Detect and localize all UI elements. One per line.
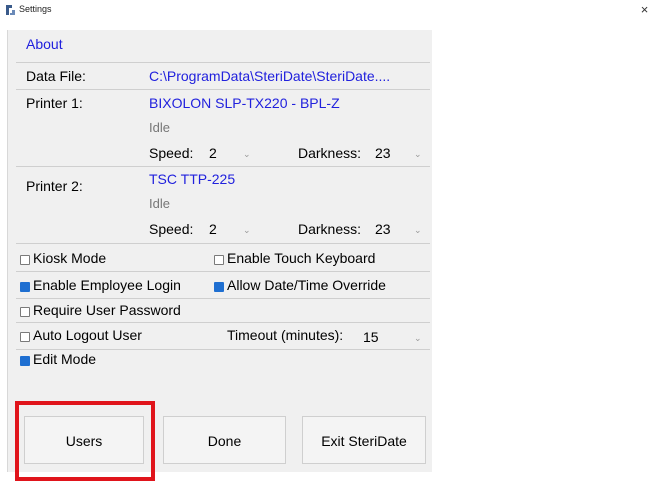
window-title: Settings <box>19 4 52 14</box>
checkbox-box <box>20 332 30 342</box>
date-override-label: Allow Date/Time Override <box>227 277 386 293</box>
kiosk-mode-label: Kiosk Mode <box>33 250 107 266</box>
require-password-label: Require User Password <box>33 302 181 318</box>
checkbox-box <box>20 307 30 317</box>
timeout-value: 15 <box>363 329 379 345</box>
divider <box>16 89 430 90</box>
timeout-select[interactable]: 15 ⌄ <box>355 324 427 348</box>
chevron-down-icon: ⌄ <box>243 225 251 235</box>
printer1-speed-label: Speed: <box>149 145 194 161</box>
timeout-label: Timeout (minutes): <box>227 327 344 343</box>
printer1-speed-select[interactable]: 2 ⌄ <box>203 141 255 165</box>
close-button[interactable]: × <box>637 1 652 19</box>
printer2-speed-select[interactable]: 2 ⌄ <box>203 217 255 241</box>
checkbox-box <box>20 255 30 265</box>
printer2-darkness-label: Darkness: <box>298 221 362 237</box>
employee-login-label: Enable Employee Login <box>33 277 181 293</box>
printer1-darkness-label: Darkness: <box>298 145 362 161</box>
divider <box>16 166 430 167</box>
data-file-path[interactable]: C:\ProgramData\SteriDate\SteriDate.... <box>149 68 390 84</box>
chevron-down-icon: ⌄ <box>243 149 251 159</box>
printer2-label: Printer 2: <box>26 178 83 194</box>
checkbox-box <box>214 255 224 265</box>
divider <box>16 349 430 350</box>
printer1-darkness-select[interactable]: 23 ⌄ <box>371 141 427 165</box>
steridate-app-icon <box>6 5 15 15</box>
printer2-darkness-value: 23 <box>375 221 391 237</box>
printer2-darkness-select[interactable]: 23 ⌄ <box>371 217 427 241</box>
printer1-speed-value: 2 <box>209 145 217 161</box>
printer1-darkness-value: 23 <box>375 145 391 161</box>
chevron-down-icon: ⌄ <box>414 149 422 159</box>
chevron-down-icon: ⌄ <box>414 333 422 343</box>
checkbox-box-checked <box>20 282 30 292</box>
divider <box>16 271 430 272</box>
done-button[interactable]: Done <box>163 416 286 464</box>
edit-mode-label: Edit Mode <box>33 351 97 367</box>
printer1-label: Printer 1: <box>26 95 83 111</box>
divider <box>16 298 430 299</box>
divider <box>16 243 430 244</box>
title-bar: Settings × <box>0 0 652 30</box>
divider <box>16 62 430 63</box>
about-link[interactable]: About <box>26 36 63 52</box>
printer1-status: Idle <box>149 120 170 135</box>
printer2-status: Idle <box>149 196 170 211</box>
printer2-speed-value: 2 <box>209 221 217 237</box>
touch-keyboard-label: Enable Touch Keyboard <box>227 250 376 266</box>
printer2-name[interactable]: TSC TTP-225 <box>149 171 235 187</box>
exit-steridate-button[interactable]: Exit SteriDate <box>302 416 426 464</box>
divider <box>16 322 430 323</box>
checkbox-box-checked <box>214 282 224 292</box>
highlight-box <box>15 401 155 481</box>
data-file-label: Data File: <box>26 68 86 84</box>
auto-logout-label: Auto Logout User <box>33 327 142 343</box>
checkbox-box-checked <box>20 356 30 366</box>
printer2-speed-label: Speed: <box>149 221 194 237</box>
printer1-name[interactable]: BIXOLON SLP-TX220 - BPL-Z <box>149 95 340 111</box>
chevron-down-icon: ⌄ <box>414 225 422 235</box>
